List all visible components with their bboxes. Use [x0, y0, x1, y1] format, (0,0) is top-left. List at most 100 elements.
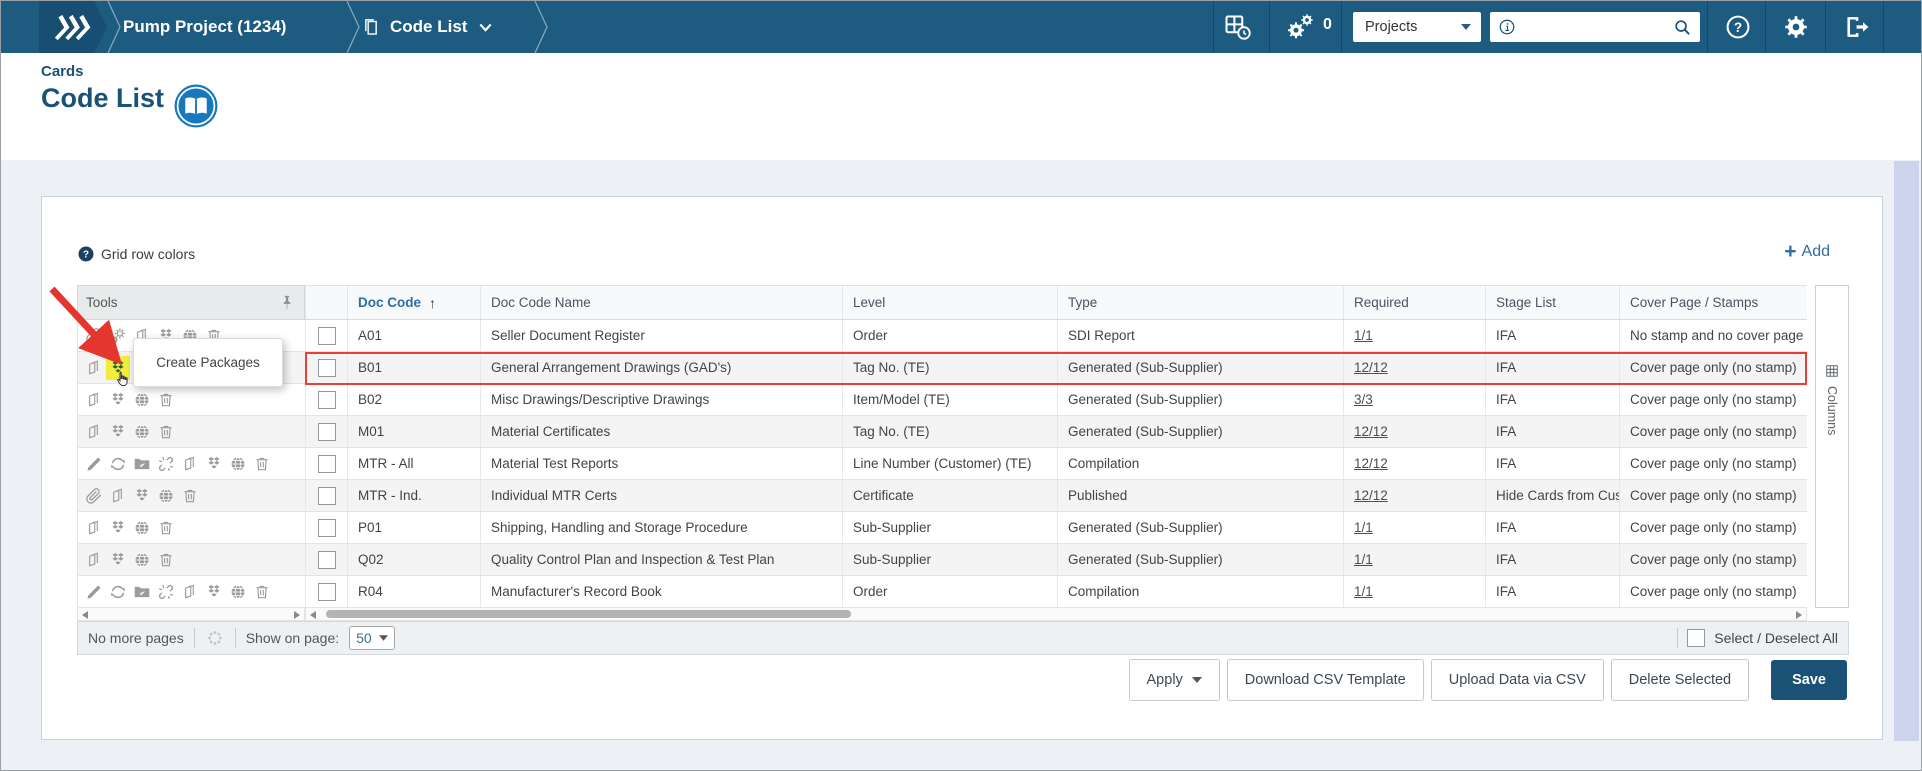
copy-icon[interactable]	[85, 551, 103, 569]
delete-selected-button[interactable]: Delete Selected	[1610, 659, 1750, 701]
row-checkbox[interactable]	[317, 422, 336, 441]
send-folder-icon[interactable]	[133, 583, 151, 601]
row-checkbox[interactable]	[317, 518, 336, 537]
download-csv-template-button[interactable]: Download CSV Template	[1226, 659, 1424, 701]
row-checkbox[interactable]	[317, 326, 336, 345]
globe-icon[interactable]	[229, 455, 247, 473]
table-row[interactable]: MTR - Ind. Individual MTR Certs Certificat…	[305, 480, 1807, 512]
required-link[interactable]: 1/1	[1354, 584, 1373, 599]
row-checkbox[interactable]	[317, 390, 336, 409]
header-stage-list[interactable]: Stage List	[1485, 286, 1619, 319]
required-link[interactable]: 1/1	[1354, 520, 1373, 535]
globe-icon[interactable]	[133, 551, 151, 569]
packages-icon-active[interactable]	[109, 358, 127, 377]
trash-icon[interactable]	[181, 487, 199, 505]
packages-icon[interactable]	[205, 455, 223, 473]
trash-icon[interactable]	[157, 423, 175, 441]
required-link[interactable]: 12/12	[1354, 424, 1388, 439]
grid-row-colors-legend[interactable]: ? Grid row colors	[77, 245, 195, 263]
send-folder-icon[interactable]	[133, 455, 151, 473]
row-checkbox[interactable]	[317, 550, 336, 569]
row-checkbox[interactable]	[317, 582, 336, 601]
select-all-checkbox[interactable]	[1687, 629, 1706, 647]
globe-icon[interactable]	[229, 583, 247, 601]
table-row[interactable]: A01 Seller Document Register Order SDI Repo…	[305, 320, 1807, 352]
table-row[interactable]: M01 Material Certificates Tag No. (TE) Gene…	[305, 416, 1807, 448]
copy-icon[interactable]	[181, 455, 199, 473]
gear-add-icon[interactable]	[109, 327, 127, 345]
required-link[interactable]: 3/3	[1354, 392, 1373, 407]
required-link[interactable]: 1/1	[1354, 328, 1373, 343]
paperclip-icon[interactable]	[85, 327, 103, 345]
copy-icon[interactable]	[85, 391, 103, 409]
scroll-left-icon[interactable]	[82, 611, 88, 619]
header-required[interactable]: Required	[1343, 286, 1485, 319]
row-checkbox[interactable]	[317, 358, 336, 377]
scroll-right-icon[interactable]	[294, 611, 300, 619]
table-row[interactable]: Q02 Quality Control Plan and Inspection &…	[305, 544, 1807, 576]
help-icon[interactable]: ?	[1725, 14, 1751, 40]
grid-horizontal-scrollbar[interactable]	[305, 608, 1807, 621]
packages-icon[interactable]	[205, 583, 223, 601]
schedule-grid-icon[interactable]	[1223, 12, 1253, 42]
paperclip-icon[interactable]	[85, 487, 103, 505]
scrollbar-thumb[interactable]	[326, 610, 851, 618]
header-level[interactable]: Level	[842, 286, 1057, 319]
table-row[interactable]: B01 General Arrangement Drawings (GAD's) T…	[305, 352, 1807, 384]
refresh-icon[interactable]	[109, 455, 127, 473]
scroll-right-icon[interactable]	[1796, 611, 1802, 619]
search-icon[interactable]	[1673, 18, 1692, 37]
copy-icon[interactable]	[85, 519, 103, 537]
packages-icon[interactable]	[109, 423, 127, 441]
copy-icon[interactable]	[181, 583, 199, 601]
trash-icon[interactable]	[253, 583, 271, 601]
refresh-icon[interactable]	[109, 583, 127, 601]
header-doc-code-name[interactable]: Doc Code Name	[480, 286, 842, 319]
table-row[interactable]: P01 Shipping, Handling and Storage Proced…	[305, 512, 1807, 544]
save-button[interactable]: Save	[1771, 660, 1847, 700]
globe-icon[interactable]	[133, 423, 151, 441]
row-checkbox[interactable]	[317, 454, 336, 473]
trash-icon[interactable]	[157, 551, 175, 569]
required-link[interactable]: 12/12	[1354, 488, 1388, 503]
packages-icon[interactable]	[109, 551, 127, 569]
trash-icon[interactable]	[157, 519, 175, 537]
trash-icon[interactable]	[157, 391, 175, 409]
required-link[interactable]: 12/12	[1354, 360, 1388, 375]
add-button[interactable]: + Add	[1784, 241, 1830, 262]
gears-jobs-icon[interactable]	[1284, 12, 1318, 42]
scroll-left-icon[interactable]	[310, 611, 316, 619]
pencil-icon[interactable]	[85, 455, 103, 473]
row-checkbox[interactable]	[317, 486, 336, 505]
copy-icon[interactable]	[109, 487, 127, 505]
breadcrumb-tab-code-list[interactable]: Code List	[361, 1, 492, 53]
unlink-icon[interactable]	[157, 583, 175, 601]
packages-icon[interactable]	[109, 519, 127, 537]
globe-icon[interactable]	[133, 519, 151, 537]
pin-icon[interactable]	[278, 294, 296, 312]
copy-icon[interactable]	[85, 359, 103, 377]
table-row[interactable]: R04 Manufacturer's Record Book Order Compil…	[305, 576, 1807, 608]
table-row[interactable]: B02 Misc Drawings/Descriptive Drawings Ite…	[305, 384, 1807, 416]
required-link[interactable]: 12/12	[1354, 456, 1388, 471]
search-scope-select[interactable]: Projects	[1353, 12, 1481, 42]
packages-icon[interactable]	[109, 391, 127, 409]
apply-button[interactable]: Apply	[1128, 659, 1220, 701]
required-link[interactable]: 1/1	[1354, 552, 1373, 567]
breadcrumb-tab-project[interactable]: Pump Project (1234)	[123, 1, 286, 53]
header-doc-code[interactable]: Doc Code ↑	[347, 286, 480, 319]
copy-icon[interactable]	[85, 423, 103, 441]
info-icon[interactable]	[1498, 18, 1516, 36]
table-row[interactable]: MTR - All Material Test Reports Line Numbe…	[305, 448, 1807, 480]
unlink-icon[interactable]	[157, 455, 175, 473]
columns-chooser-strip[interactable]: Columns	[1815, 285, 1849, 608]
globe-icon[interactable]	[157, 487, 175, 505]
search-input[interactable]	[1522, 18, 1667, 36]
pencil-icon[interactable]	[85, 583, 103, 601]
globe-icon[interactable]	[133, 391, 151, 409]
packages-icon[interactable]	[133, 487, 151, 505]
header-cover-page[interactable]: Cover Page / Stamps	[1619, 286, 1807, 319]
vertical-scrollbar[interactable]	[1894, 161, 1919, 741]
header-type[interactable]: Type	[1057, 286, 1343, 319]
trash-icon[interactable]	[253, 455, 271, 473]
